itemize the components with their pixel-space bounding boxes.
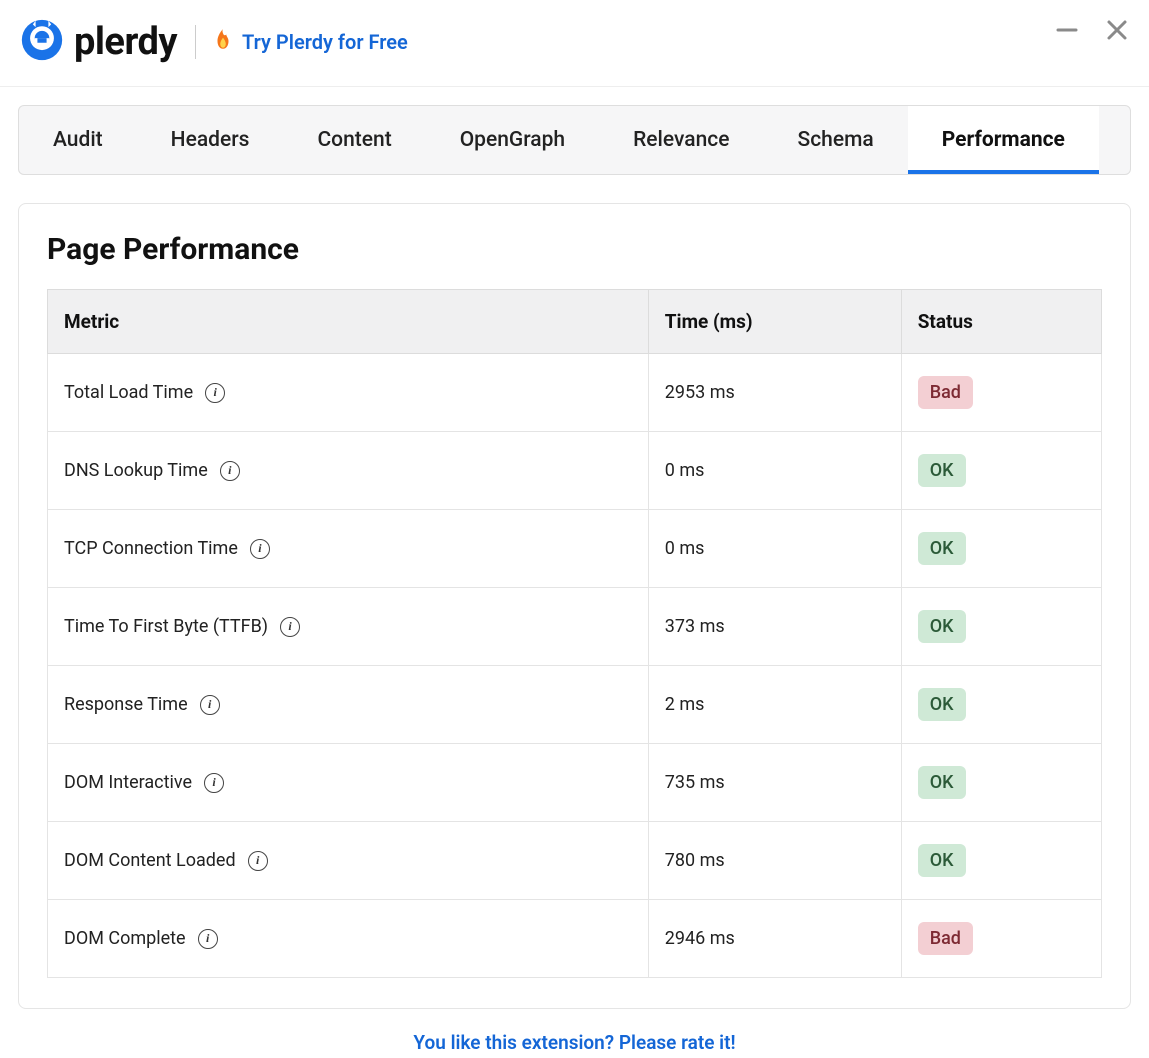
table-row: DOM Complete i 2946 ms Bad [48, 900, 1102, 978]
tab-opengraph[interactable]: OpenGraph [426, 106, 599, 174]
header-divider [195, 25, 196, 59]
window-controls [1055, 18, 1129, 46]
tab-schema[interactable]: Schema [763, 106, 907, 174]
metric-time: 2946 ms [648, 900, 901, 978]
metric-time: 780 ms [648, 822, 901, 900]
info-icon[interactable]: i [200, 695, 220, 715]
metric-label: Response Time [64, 694, 188, 715]
flame-icon [214, 29, 232, 55]
metric-time: 0 ms [648, 432, 901, 510]
brand-name: plerdy [74, 20, 177, 64]
metric-time: 735 ms [648, 744, 901, 822]
minimize-icon[interactable] [1055, 18, 1079, 46]
tab-performance[interactable]: Performance [908, 106, 1099, 174]
metric-label: Total Load Time [64, 382, 193, 403]
table-row: TCP Connection Time i 0 ms OK [48, 510, 1102, 588]
header-bar: plerdy Try Plerdy for Free [0, 0, 1149, 87]
tab-content[interactable]: Content [283, 106, 425, 174]
tab-audit[interactable]: Audit [19, 106, 137, 174]
info-icon[interactable]: i [205, 383, 225, 403]
tab-bar: AuditHeadersContentOpenGraphRelevanceSch… [18, 105, 1131, 175]
metric-label: DOM Content Loaded [64, 850, 236, 871]
main-content: AuditHeadersContentOpenGraphRelevanceSch… [0, 87, 1149, 1058]
table-row: Response Time i 2 ms OK [48, 666, 1102, 744]
info-icon[interactable]: i [248, 851, 268, 871]
cta-wrap: Try Plerdy for Free [214, 29, 408, 55]
info-icon[interactable]: i [198, 929, 218, 949]
col-header-status: Status [901, 290, 1101, 354]
panel-title: Page Performance [47, 232, 1102, 267]
metric-label: TCP Connection Time [64, 538, 238, 559]
info-icon[interactable]: i [220, 461, 240, 481]
metric-label: DOM Complete [64, 928, 186, 949]
status-badge: OK [918, 688, 966, 721]
table-row: DOM Interactive i 735 ms OK [48, 744, 1102, 822]
status-badge: OK [918, 532, 966, 565]
table-row: DOM Content Loaded i 780 ms OK [48, 822, 1102, 900]
table-row: Total Load Time i 2953 ms Bad [48, 354, 1102, 432]
metric-time: 2 ms [648, 666, 901, 744]
col-header-metric: Metric [48, 290, 649, 354]
col-header-time: Time (ms) [648, 290, 901, 354]
rate-extension-link[interactable]: You like this extension? Please rate it! [18, 1009, 1131, 1058]
try-free-link[interactable]: Try Plerdy for Free [242, 30, 408, 54]
plerdy-logo-icon [20, 18, 64, 66]
info-icon[interactable]: i [280, 617, 300, 637]
info-icon[interactable]: i [250, 539, 270, 559]
metric-time: 0 ms [648, 510, 901, 588]
status-badge: Bad [918, 922, 973, 955]
performance-panel: Page Performance Metric Time (ms) Status… [18, 203, 1131, 1009]
info-icon[interactable]: i [204, 773, 224, 793]
tab-relevance[interactable]: Relevance [599, 106, 763, 174]
tab-headers[interactable]: Headers [137, 106, 284, 174]
metric-label: DOM Interactive [64, 772, 192, 793]
performance-table: Metric Time (ms) Status Total Load Time i… [47, 289, 1102, 978]
metric-label: DNS Lookup Time [64, 460, 208, 481]
status-badge: OK [918, 766, 966, 799]
close-icon[interactable] [1105, 18, 1129, 46]
status-badge: OK [918, 844, 966, 877]
table-row: Time To First Byte (TTFB) i 373 ms OK [48, 588, 1102, 666]
metric-time: 373 ms [648, 588, 901, 666]
metric-time: 2953 ms [648, 354, 901, 432]
status-badge: OK [918, 454, 966, 487]
metric-label: Time To First Byte (TTFB) [64, 616, 268, 637]
table-row: DNS Lookup Time i 0 ms OK [48, 432, 1102, 510]
status-badge: Bad [918, 376, 973, 409]
status-badge: OK [918, 610, 966, 643]
brand-logo[interactable]: plerdy [20, 18, 177, 66]
